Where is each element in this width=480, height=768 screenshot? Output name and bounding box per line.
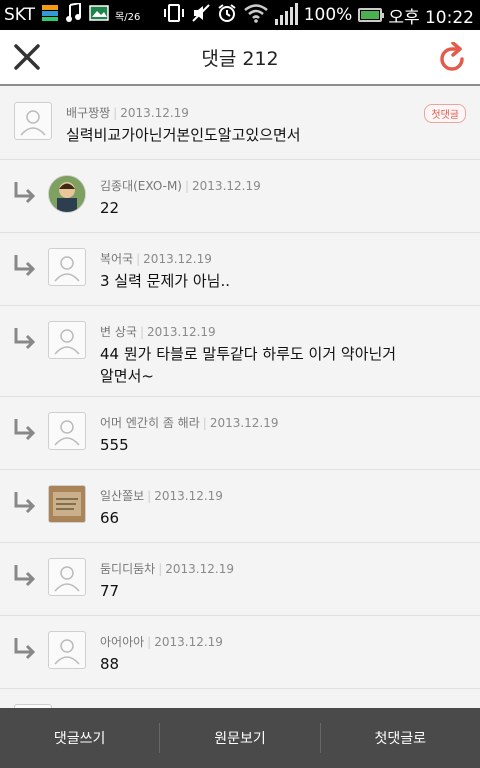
avatar[interactable]: [48, 412, 86, 450]
avatar[interactable]: [48, 175, 86, 213]
photo-notification-icon: [89, 4, 109, 26]
reply-arrow-icon: [14, 182, 36, 204]
clock: 오후 10:22: [388, 7, 474, 28]
reply-arrow-icon: [14, 492, 36, 514]
avatar[interactable]: [48, 248, 86, 286]
default-avatar-icon: [54, 256, 80, 282]
comment-meta: 일산쫄보 | 2013.12.19: [100, 489, 223, 503]
mute-icon: [191, 3, 211, 28]
comment-author: 아어아아: [100, 635, 145, 649]
comment-text: 77: [100, 582, 120, 600]
avatar[interactable]: [14, 102, 52, 140]
paper-photo-avatar-icon: [49, 486, 85, 522]
comment-item-partial[interactable]: [0, 689, 480, 708]
reply-arrow-icon: [14, 328, 36, 350]
refresh-icon: [440, 41, 464, 71]
page-title: 댓글 212: [201, 47, 279, 70]
alarm-icon: [217, 3, 237, 28]
comment-author: 김종대(EXO-M): [100, 179, 182, 193]
comment-author: 둠디디둠차: [100, 562, 156, 576]
close-icon: [14, 44, 40, 70]
comment-item[interactable]: 일산쫄보 | 2013.12.19 66: [0, 470, 480, 543]
battery-percent: 100%: [303, 5, 353, 25]
wifi-icon: [243, 3, 269, 28]
comment-author: 일산쫄보: [100, 489, 145, 503]
bottom-action-bar: 댓글쓰기 원문보기 첫댓글로: [0, 708, 480, 768]
comment-text: 88: [100, 655, 120, 673]
comment-meta: 어머 엔간히 좀 해라 | 2013.12.19: [100, 416, 279, 430]
comment-item[interactable]: 김종대(EXO-M) | 2013.12.19 22: [0, 160, 480, 233]
default-avatar-icon: [54, 420, 80, 446]
signal-icon: [274, 3, 298, 25]
refresh-button[interactable]: [438, 41, 468, 72]
comment-date: 2013.12.19: [143, 252, 212, 266]
first-comment-badge: 첫댓글: [424, 104, 466, 123]
carrier-label: SKT: [4, 5, 36, 25]
reply-arrow-icon: [14, 638, 36, 660]
comment-date: 2013.12.19: [146, 325, 216, 339]
comment-text: 44 뭔가 타블로 말투같다 하루도 이거 약아닌거 알면서~: [100, 345, 397, 385]
comment-item[interactable]: 둠디디둠차 | 2013.12.19 77: [0, 543, 480, 616]
comment-item[interactable]: 배구짱짱 | 2013.12.19 첫댓글 실력비교가아닌거본인도알고있으면서: [0, 86, 480, 160]
default-avatar-icon: [54, 329, 80, 355]
notification-text: 목/26: [115, 11, 141, 23]
view-original-button[interactable]: 원문보기: [160, 708, 319, 768]
comment-text: 555: [100, 436, 129, 454]
comment-date: 2013.12.19: [165, 562, 234, 576]
comment-meta: 아어아아 | 2013.12.19: [100, 635, 223, 649]
default-avatar-icon: [54, 639, 80, 665]
music-icon: [65, 1, 83, 28]
comment-text: 22: [100, 199, 120, 217]
app-notification-icon: [41, 4, 59, 27]
comment-date: 2013.12.19: [192, 179, 261, 193]
comment-text: 66: [100, 509, 120, 527]
comment-author: 복어국: [100, 252, 134, 266]
comment-list[interactable]: 배구짱짱 | 2013.12.19 첫댓글 실력비교가아닌거본인도알고있으면서 김종…: [0, 86, 480, 708]
comment-date: 2013.12.19: [154, 489, 223, 503]
reply-arrow-icon: [14, 419, 36, 441]
comment-date: 2013.12.19: [154, 635, 223, 649]
close-button[interactable]: [12, 42, 42, 72]
comment-item[interactable]: 변 상국 | 2013.12.19 44 뭔가 타블로 말투같다 하루도 이거 약아…: [0, 306, 480, 397]
comment-meta: 둠디디둠차 | 2013.12.19: [100, 562, 234, 576]
default-avatar-icon: [20, 110, 46, 136]
reply-arrow-icon: [14, 255, 36, 277]
go-to-first-comment-button[interactable]: 첫댓글로: [321, 708, 480, 768]
comment-date: 2013.12.19: [120, 106, 189, 120]
vibrate-icon: [163, 3, 185, 28]
comment-text: 실력비교가아닌거본인도알고있으면서: [66, 126, 301, 144]
comment-date: 2013.12.19: [209, 416, 279, 430]
comment-author: 어머 엔간히 좀 해라: [100, 416, 200, 430]
comment-meta: 배구짱짱 | 2013.12.19: [66, 106, 189, 120]
battery-icon: [358, 8, 385, 22]
avatar[interactable]: [48, 485, 86, 523]
comment-meta: 복어국 | 2013.12.19: [100, 252, 212, 266]
avatar[interactable]: [48, 558, 86, 596]
default-avatar-icon: [54, 566, 80, 592]
comment-item[interactable]: 어머 엔간히 좀 해라 | 2013.12.19 555: [0, 397, 480, 470]
comment-author: 배구짱짱: [66, 106, 111, 120]
comment-item[interactable]: 아어아아 | 2013.12.19 88: [0, 616, 480, 689]
avatar[interactable]: [48, 631, 86, 669]
write-comment-button[interactable]: 댓글쓰기: [0, 708, 159, 768]
comment-author: 변 상국: [100, 325, 137, 339]
user-photo-avatar-icon: [49, 176, 85, 212]
comment-meta: 변 상국 | 2013.12.19: [100, 325, 216, 339]
reply-arrow-icon: [14, 565, 36, 587]
header-bar: 댓글 212: [0, 30, 480, 86]
comment-text: 3 실력 문제가 아님..: [100, 272, 230, 290]
comment-item[interactable]: 복어국 | 2013.12.19 3 실력 문제가 아님..: [0, 233, 480, 306]
comment-meta: 김종대(EXO-M) | 2013.12.19: [100, 179, 261, 193]
avatar[interactable]: [48, 321, 86, 359]
status-bar: SKT 목/26 100% 오후 10:22: [0, 0, 480, 30]
